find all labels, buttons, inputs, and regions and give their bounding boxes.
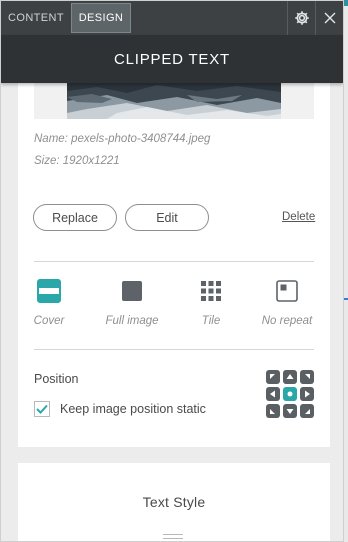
cover-icon (37, 279, 61, 303)
position-bottom-left[interactable] (266, 404, 280, 418)
resize-grip-icon[interactable] (163, 527, 183, 539)
image-dimensions: Size: 1920x1221 (34, 155, 120, 167)
settings-gear-button[interactable] (287, 1, 315, 35)
image-thumbnail[interactable] (67, 83, 281, 119)
outside-canvas-accent (344, 0, 348, 6)
position-top-right[interactable] (300, 370, 314, 384)
panel-title: CLIPPED TEXT (1, 35, 343, 83)
arrow-right-icon (305, 390, 310, 398)
design-panel: CONTENT DESIGN CLIPPED TEXT Name: pexels… (0, 0, 344, 542)
arrow-up-icon (286, 374, 294, 379)
image-settings-card: Name: pexels-photo-3408744.jpeg Size: 19… (18, 83, 330, 447)
dot-icon (287, 391, 293, 397)
position-bottom-right[interactable] (300, 404, 314, 418)
arrow-down-right-icon (305, 409, 310, 414)
divider (34, 349, 314, 350)
position-top[interactable] (283, 370, 297, 384)
landscape-photo-icon (67, 83, 281, 119)
keep-position-static-label: Keep image position static (60, 402, 206, 416)
position-left[interactable] (266, 387, 280, 401)
gear-icon (294, 11, 309, 25)
arrow-down-icon (286, 409, 294, 414)
close-panel-button[interactable] (315, 1, 343, 35)
fill-option-label: Full image (105, 315, 159, 327)
keep-position-static-checkbox[interactable] (34, 401, 50, 417)
fill-option-label: Tile (201, 315, 221, 327)
delete-link[interactable]: Delete (282, 211, 315, 223)
position-label: Position (34, 372, 79, 386)
tab-design[interactable]: DESIGN (71, 3, 131, 33)
keep-position-static-row: Keep image position static (34, 401, 206, 417)
close-icon (324, 12, 335, 24)
position-bottom[interactable] (283, 404, 297, 418)
arrow-down-left-icon (270, 409, 275, 414)
fill-option-cover[interactable]: Cover (12, 279, 86, 327)
outside-canvas-strip (344, 0, 348, 542)
arrow-up-left-icon (270, 374, 275, 379)
no-repeat-icon (276, 280, 298, 302)
arrow-up-right-icon (305, 374, 310, 379)
arrow-left-icon (270, 390, 275, 398)
divider (34, 261, 314, 262)
full-image-icon (122, 281, 142, 301)
outside-canvas-guide (344, 298, 348, 300)
panel-top-bar: CONTENT DESIGN (1, 1, 343, 35)
image-preview-frame (34, 83, 314, 119)
position-top-left[interactable] (266, 370, 280, 384)
image-file-name: Name: pexels-photo-3408744.jpeg (34, 133, 211, 145)
tab-content[interactable]: CONTENT (1, 1, 71, 35)
text-style-heading: Text Style (142, 494, 206, 510)
position-center[interactable] (283, 387, 297, 401)
replace-button[interactable]: Replace (33, 204, 117, 231)
fill-option-no-repeat[interactable]: No repeat (250, 279, 324, 327)
checkmark-icon (36, 404, 48, 414)
edit-button[interactable]: Edit (125, 204, 209, 231)
fill-option-full-image[interactable]: Full image (95, 279, 169, 327)
fill-option-label: Cover (33, 315, 65, 327)
position-right[interactable] (300, 387, 314, 401)
position-picker (266, 370, 314, 418)
tile-icon (201, 281, 221, 301)
fill-option-label: No repeat (261, 315, 313, 327)
fill-option-tile[interactable]: Tile (174, 279, 248, 327)
